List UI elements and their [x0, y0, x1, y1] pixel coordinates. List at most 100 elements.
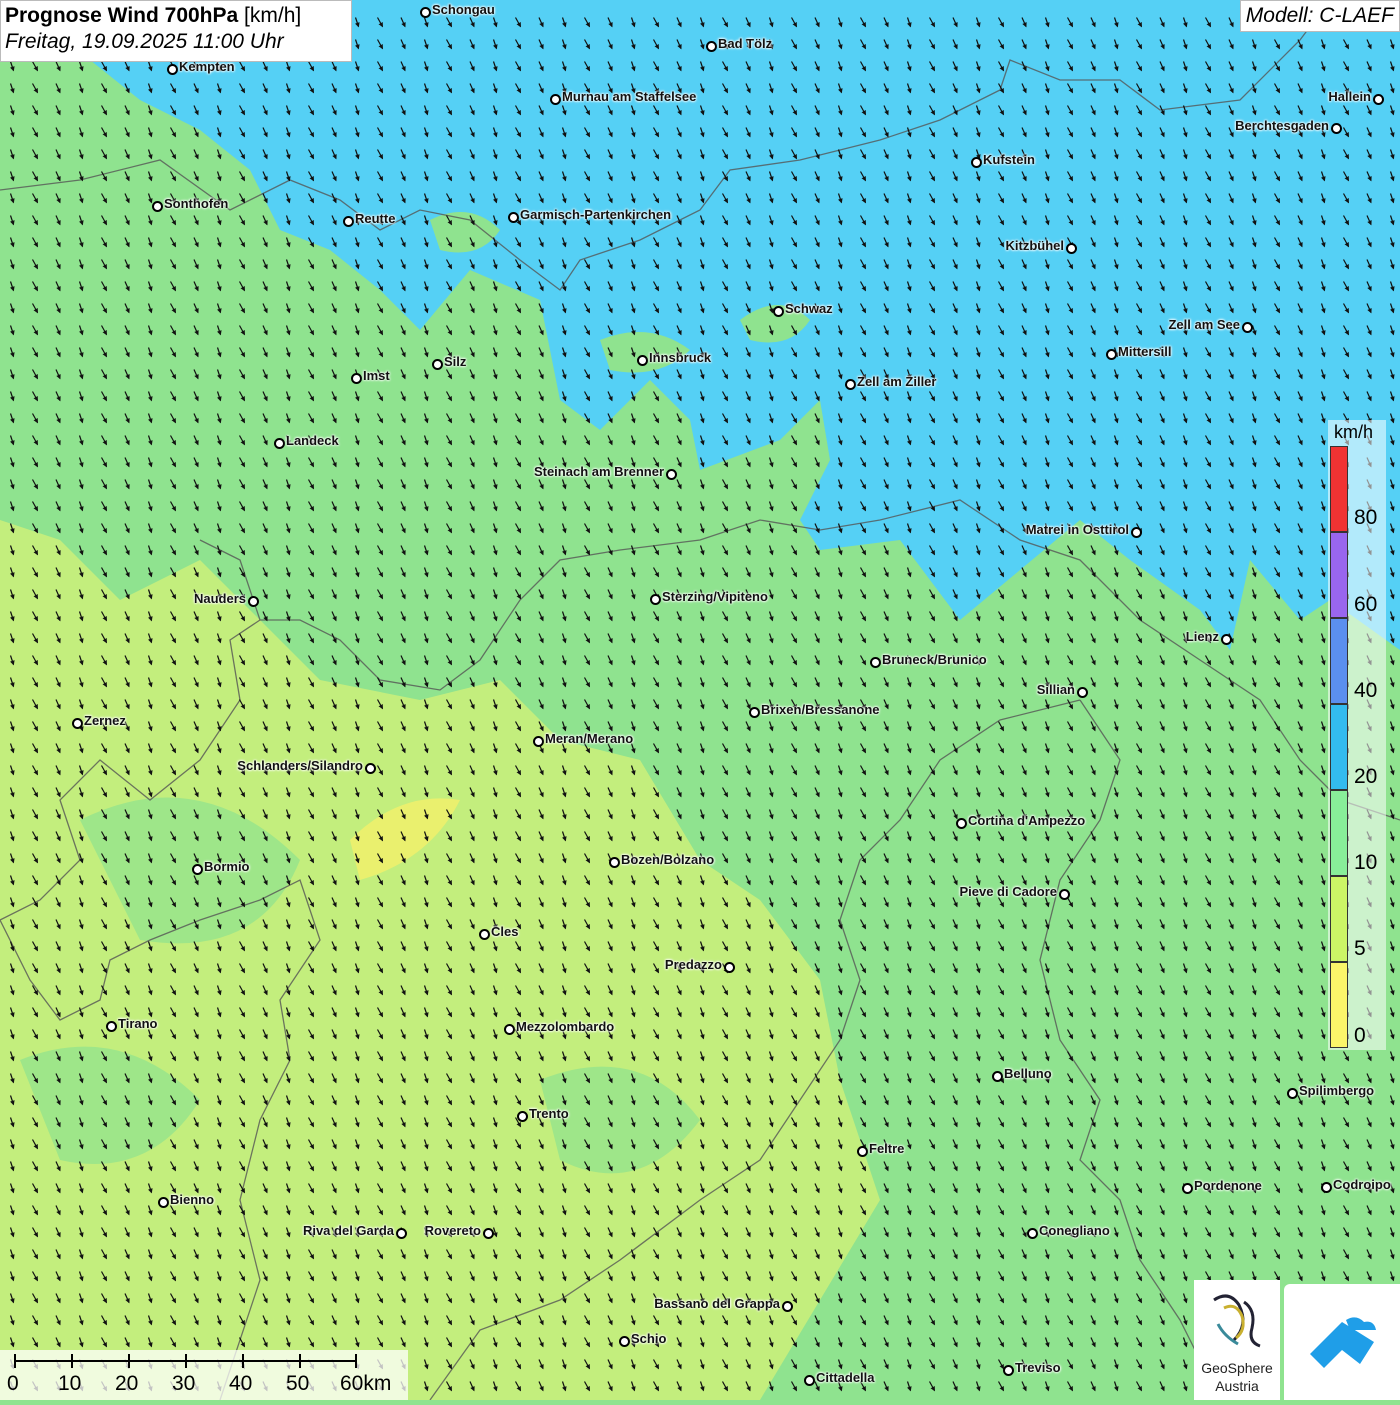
legend-swatch-5: [1330, 876, 1348, 962]
city-label: Schlanders/Silandro: [237, 758, 363, 773]
city-label: Riva del Garda: [302, 1223, 394, 1238]
city-dot-icon: [72, 718, 83, 729]
city-dot-icon: [365, 763, 376, 774]
legend-tick-80: 80: [1354, 506, 1378, 529]
city-dot-icon: [1077, 687, 1088, 698]
city-dot-icon: [192, 864, 203, 875]
city-label: Zell am Ziller: [857, 374, 937, 389]
city-label: Predazzo: [664, 957, 722, 972]
city-dot-icon: [637, 355, 648, 366]
city-dot-icon: [1221, 634, 1232, 645]
city-dot-icon: [870, 657, 881, 668]
scale-tick: [128, 1354, 130, 1368]
city-label: Bienno: [170, 1192, 215, 1207]
city-dot-icon: [351, 373, 362, 384]
city-dot-icon: [152, 201, 163, 212]
scale-tick: [185, 1354, 187, 1368]
city-label: Berchtesgaden: [1235, 118, 1329, 133]
city-dot-icon: [1106, 349, 1117, 360]
scale-tick: [242, 1354, 244, 1368]
city-label: Sillian: [1036, 682, 1075, 697]
city-label: Codroipo: [1333, 1177, 1391, 1192]
legend-tick-0: 0: [1354, 1024, 1366, 1047]
city-label: Feltre: [869, 1141, 905, 1156]
city-dot-icon: [1242, 322, 1253, 333]
city-dot-icon: [550, 94, 561, 105]
geosphere-name: GeoSphere: [1201, 1360, 1273, 1376]
city-label: Kitzbühel: [1005, 238, 1065, 253]
city-label: Pieve di Cadore: [959, 884, 1057, 899]
geosphere-country: Austria: [1215, 1378, 1259, 1394]
scale-label: 30: [172, 1372, 196, 1395]
city-label: Conegliano: [1039, 1223, 1110, 1238]
city-label: Silz: [444, 354, 467, 369]
color-legend: km/h 80 60 40 20 10 5 0: [1328, 420, 1386, 1050]
city-label: Trento: [529, 1106, 569, 1121]
weather-app-logo[interactable]: [1284, 1284, 1400, 1400]
city-dot-icon: [845, 379, 856, 390]
city-dot-icon: [420, 7, 431, 18]
city-label: Bassano del Grappa: [654, 1296, 780, 1311]
city-dot-icon: [1331, 123, 1342, 134]
scale-label: 60km: [340, 1372, 392, 1395]
city-label: Tirano: [118, 1016, 158, 1031]
city-dot-icon: [158, 1197, 169, 1208]
city-dot-icon: [706, 41, 717, 52]
city-dot-icon: [956, 818, 967, 829]
city-dot-icon: [1321, 1182, 1332, 1193]
city-label: Sonthofen: [164, 196, 229, 211]
city-dot-icon: [1066, 243, 1077, 254]
geosphere-logo[interactable]: GeoSphere Austria: [1194, 1280, 1280, 1400]
city-dot-icon: [508, 212, 519, 223]
city-label: Pordenone: [1194, 1178, 1262, 1193]
scale-tick: [71, 1354, 73, 1368]
legend-tick-20: 20: [1354, 765, 1378, 788]
legend-tick-40: 40: [1354, 679, 1378, 702]
legend-unit: km/h: [1334, 422, 1374, 442]
scale-label: 20: [115, 1372, 139, 1395]
legend-tick-60: 60: [1354, 593, 1378, 616]
city-dot-icon: [248, 596, 259, 607]
legend-swatch-60: [1330, 532, 1348, 618]
city-label: Garmisch-Partenkirchen: [520, 207, 672, 222]
city-dot-icon: [609, 857, 620, 868]
scale-label: 50: [286, 1372, 310, 1395]
city-dot-icon: [1182, 1183, 1193, 1194]
city-dot-icon: [1059, 889, 1070, 900]
scale-label: 40: [229, 1372, 253, 1395]
city-label: Sterzing/Vipiteno: [662, 589, 768, 604]
city-dot-icon: [343, 216, 354, 227]
city-label: Zell am See: [1168, 317, 1240, 332]
city-label: Landeck: [286, 433, 339, 448]
city-label: Schongau: [432, 2, 495, 17]
city-dot-icon: [1131, 527, 1142, 538]
city-dot-icon: [724, 962, 735, 973]
city-dot-icon: [517, 1111, 528, 1122]
city-label: Belluno: [1004, 1066, 1052, 1081]
legend-swatch-10: [1330, 790, 1348, 876]
city-label: Treviso: [1015, 1360, 1061, 1375]
city-dot-icon: [619, 1336, 630, 1347]
forecast-datetime: Freitag, 19.09.2025 11:00 Uhr: [5, 30, 284, 53]
city-label: Bad Tölz: [718, 36, 773, 51]
city-dot-icon: [1027, 1228, 1038, 1239]
city-label: Zernez: [84, 713, 126, 728]
city-label: Imst: [363, 368, 390, 383]
legend-swatch-40: [1330, 618, 1348, 704]
city-label: Cortina d'Ampezzo: [968, 813, 1086, 828]
city-dot-icon: [432, 359, 443, 370]
city-label: Bormio: [204, 859, 250, 874]
city-dot-icon: [167, 64, 178, 75]
city-label: Mezzolombardo: [516, 1019, 615, 1034]
city-label: Schio: [631, 1331, 667, 1346]
city-label: Reutte: [355, 211, 396, 226]
legend-swatch-0: [1330, 962, 1348, 1048]
city-dot-icon: [749, 707, 760, 718]
map-title: Prognose Wind 700hPa [km/h]: [5, 4, 302, 27]
scale-tick: [299, 1354, 301, 1368]
city-dot-icon: [533, 736, 544, 747]
city-dot-icon: [274, 438, 285, 449]
city-label: Nauders: [193, 591, 246, 606]
city-label: Steinach am Brenner: [533, 464, 664, 479]
cloud-arrow-icon: [1310, 1317, 1376, 1368]
